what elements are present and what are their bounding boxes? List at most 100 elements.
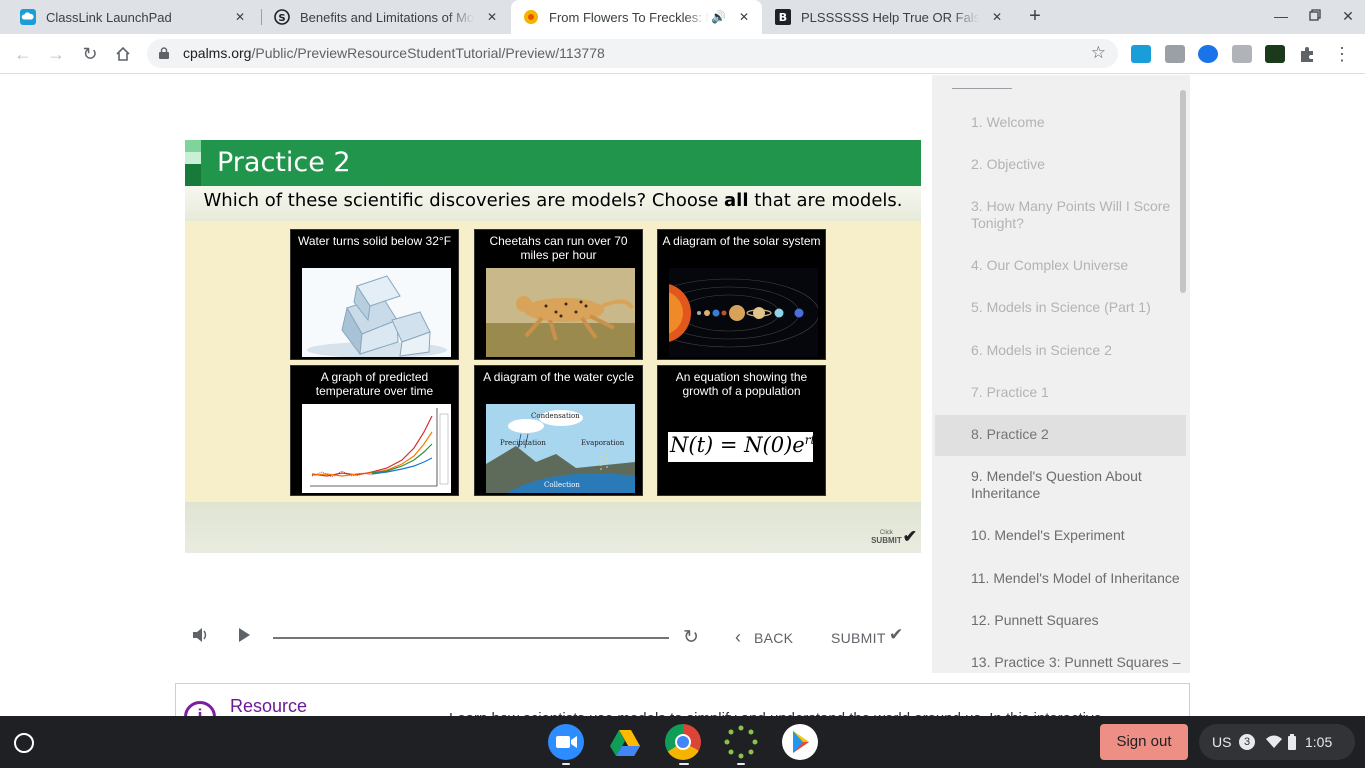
classlink-extension-icon[interactable]	[1131, 45, 1151, 63]
temperature-graph-image	[302, 404, 451, 493]
solar-system-image	[669, 268, 818, 357]
sidebar-item-welcome[interactable]: 1. Welcome	[935, 114, 1186, 131]
app-running-indicator	[562, 763, 570, 765]
card-caption: A graph of predicted temperature over ti…	[315, 370, 434, 398]
loading-app-icon[interactable]	[723, 724, 759, 760]
reload-icon[interactable]: ↻	[78, 42, 102, 66]
question-text: Which of these scientific discoveries ar…	[203, 190, 903, 211]
sidebar-item-practice-1[interactable]: 7. Practice 1	[935, 384, 1186, 401]
volume-icon[interactable]	[191, 626, 209, 648]
close-tab-icon[interactable]: ✕	[989, 9, 1005, 25]
answer-card-solar-system[interactable]: A diagram of the solar system	[657, 229, 826, 360]
progress-bar[interactable]	[273, 637, 669, 639]
sidebar-item-mendel-experiment[interactable]: 10. Mendel's Experiment	[935, 527, 1186, 544]
cast-extension-icon[interactable]	[1165, 45, 1185, 63]
close-tab-icon[interactable]: ✕	[484, 9, 500, 25]
play-store-icon[interactable]	[782, 724, 818, 760]
checkmark-icon: ✔	[902, 527, 917, 546]
chevron-left-icon[interactable]: ‹	[735, 627, 741, 648]
sidebar-item-practice-3[interactable]: 13. Practice 3: Punnett Squares –	[935, 654, 1186, 671]
tutorial-slide: Practice 2 Which of these scientific dis…	[185, 140, 921, 553]
sidebar-item-points[interactable]: 3. How Many Points Will I Score Tonight?	[935, 198, 1186, 232]
sidebar-item-mendel-model[interactable]: 11. Mendel's Model of Inheritance	[935, 570, 1186, 587]
puzzle-extensions-icon[interactable]	[1298, 45, 1318, 63]
minimize-icon[interactable]: —	[1272, 8, 1290, 24]
classlink-icon	[20, 9, 36, 25]
water-cycle-label: Evaporation	[581, 439, 625, 447]
answer-card-water[interactable]: Water turns solid below 32°F	[290, 229, 459, 360]
address-bar[interactable]: cpalms.org/Public/PreviewResourceStudent…	[147, 39, 1118, 68]
close-tab-icon[interactable]: ✕	[736, 9, 752, 25]
slide-submit-label: SUBMIT	[871, 536, 902, 545]
locale-label: US	[1212, 734, 1232, 750]
svg-text:B: B	[779, 11, 787, 24]
slide-footer-background	[185, 502, 921, 553]
sidebar-divider	[952, 88, 1012, 89]
water-cycle-image: Condensation Precipitation Evaporation C…	[486, 404, 635, 493]
resource-title: Resource	[230, 696, 308, 716]
checkmark-icon[interactable]: ✔	[889, 625, 903, 645]
reader-extension-icon[interactable]	[1232, 45, 1252, 63]
new-tab-icon[interactable]: +	[1025, 6, 1045, 27]
brainly-icon: B	[775, 9, 791, 25]
tab-strip: ClassLink LaunchPad ✕ S Benefits and Lim…	[0, 0, 1365, 34]
browser-toolbar: ← → ↻ cpalms.org/Public/PreviewResourceS…	[0, 34, 1365, 74]
status-tray[interactable]: US 3 1:05	[1199, 724, 1355, 760]
sidebar-scrollbar[interactable]	[1180, 90, 1186, 293]
water-cycle-label: Precipitation	[500, 439, 546, 447]
slide-title: Practice 2	[217, 147, 351, 178]
tab-classlink[interactable]: ClassLink LaunchPad ✕	[8, 0, 258, 34]
answer-card-temperature-graph[interactable]: A graph of predicted temperature over ti…	[290, 365, 459, 496]
answer-card-water-cycle[interactable]: A diagram of the water cycle Condensatio…	[474, 365, 643, 496]
sidebar-item-models-2[interactable]: 6. Models in Science 2	[935, 342, 1186, 359]
svg-text:S: S	[278, 13, 285, 24]
speaker-icon[interactable]: 🔊	[711, 10, 726, 24]
answer-card-cheetah[interactable]: Cheetahs can run over 70 miles per hour	[474, 229, 643, 360]
url-text: cpalms.org/Public/PreviewResourceStudent…	[183, 45, 605, 61]
equation-text: N(t) = N(0)ert	[670, 433, 813, 457]
bookmark-star-icon[interactable]: ☆	[1091, 43, 1106, 63]
equation-image: N(t) = N(0)ert	[668, 432, 813, 462]
sidebar-item-practice-2[interactable]: 8. Practice 2	[935, 415, 1186, 456]
sidebar-item-objective[interactable]: 2. Objective	[935, 156, 1186, 173]
replay-icon[interactable]: ↻	[683, 626, 699, 649]
tab-plssss[interactable]: B PLSSSSSS Help True OR False - E ✕	[763, 0, 1015, 34]
close-window-icon[interactable]: ✕	[1339, 8, 1357, 25]
school-extension-icon[interactable]	[1265, 45, 1285, 63]
tab-benefits[interactable]: S Benefits and Limitations of Mode ✕	[262, 0, 510, 34]
restore-icon[interactable]	[1306, 8, 1324, 24]
sidebar-item-mendel-question[interactable]: 9. Mendel's Question About Inheritance	[935, 468, 1186, 502]
sidebar-item-models-part1[interactable]: 5. Models in Science (Part 1)	[935, 299, 1186, 316]
tab-title: ClassLink LaunchPad	[46, 9, 172, 25]
tutorial-outline-sidebar: 1. Welcome 2. Objective 3. How Many Poin…	[932, 75, 1190, 673]
answer-card-equation[interactable]: An equation showing the growth of a popu…	[657, 365, 826, 496]
zoom-app-icon[interactable]	[548, 724, 584, 760]
header-accent	[185, 152, 201, 164]
google-drive-icon[interactable]	[607, 724, 643, 760]
sidebar-item-complex-universe[interactable]: 4. Our Complex Universe	[935, 257, 1186, 274]
home-icon[interactable]	[111, 42, 135, 66]
card-caption: Cheetahs can run over 70 miles per hour	[489, 234, 628, 262]
tab-title: From Flowers To Freckles: M	[549, 9, 710, 25]
header-accent	[185, 164, 201, 186]
back-button[interactable]: BACK	[754, 630, 793, 646]
slide-submit-button[interactable]: Click SUBMIT ✔	[871, 527, 917, 547]
card-caption: A diagram of the water cycle	[483, 370, 634, 384]
tab-title: PLSSSSSS Help True OR False - E	[801, 9, 979, 25]
play-icon[interactable]	[237, 627, 251, 647]
os-shelf: Sign out US 3 1:05	[0, 716, 1365, 768]
ice-cubes-image	[302, 268, 451, 357]
battery-icon	[1288, 734, 1297, 753]
sign-out-button[interactable]: Sign out	[1100, 724, 1188, 760]
lock-icon	[159, 47, 169, 59]
submit-button[interactable]: SUBMIT	[831, 630, 886, 646]
launcher-icon[interactable]	[14, 733, 34, 753]
kebab-menu-icon[interactable]: ⋮	[1332, 45, 1352, 63]
sidebar-item-punnett-squares[interactable]: 12. Punnett Squares	[935, 612, 1186, 629]
back-arrow-icon[interactable]: ←	[11, 42, 35, 66]
chrome-browser-icon[interactable]	[665, 724, 701, 760]
close-tab-icon[interactable]: ✕	[232, 9, 248, 25]
forward-arrow-icon[interactable]: →	[44, 42, 68, 66]
shield-extension-icon[interactable]	[1198, 45, 1218, 63]
tab-flowers[interactable]: From Flowers To Freckles: M 🔊 ✕	[511, 0, 762, 34]
